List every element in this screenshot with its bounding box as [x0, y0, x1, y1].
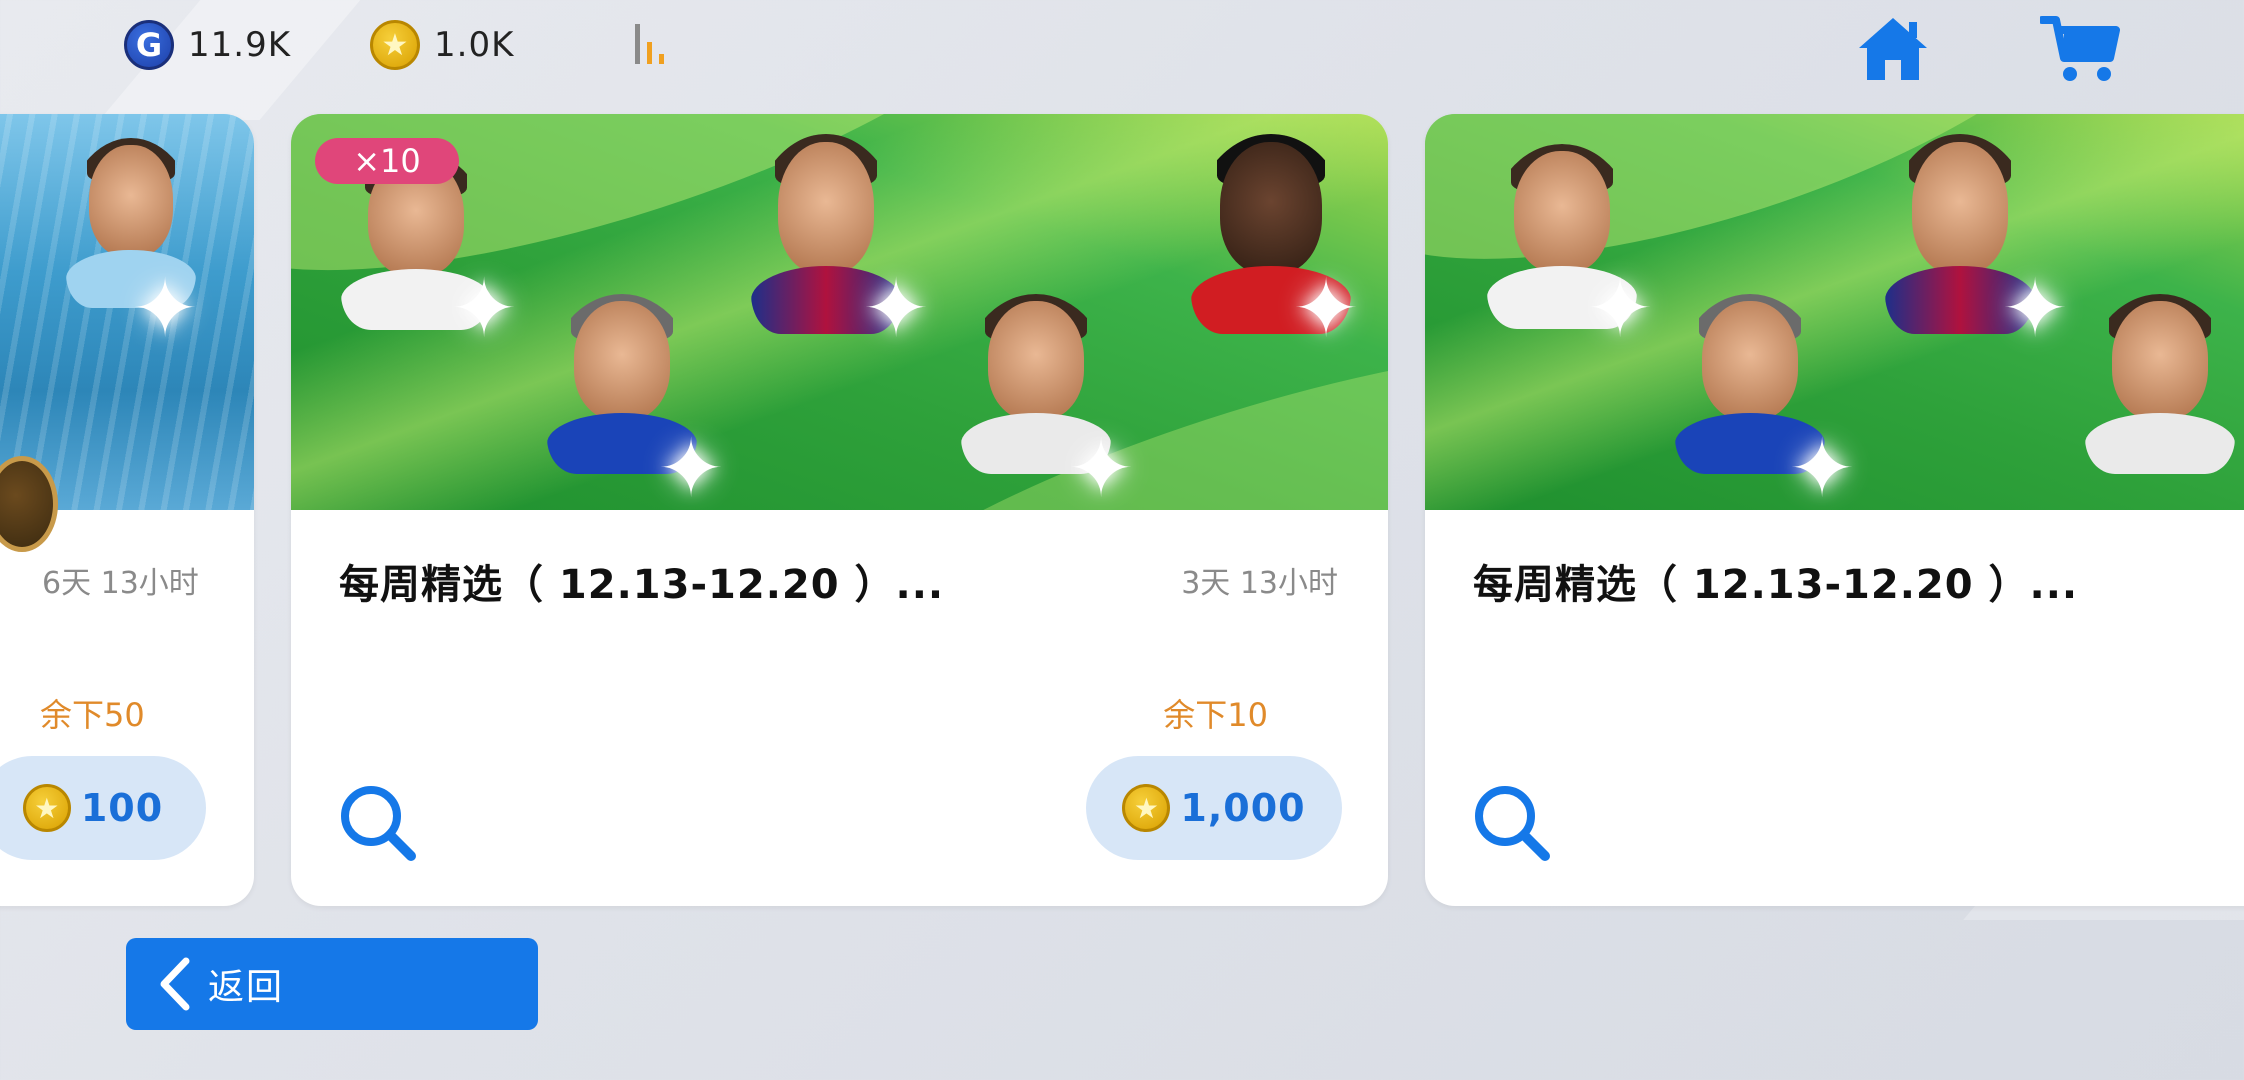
- coin-value: 1.0K: [434, 25, 515, 65]
- buy-button[interactable]: ★ 100: [0, 756, 206, 860]
- scout-card-right[interactable]: ✦ ✦ ✦ 每周精选（ 12.13-12.20 ）...: [1425, 114, 2244, 906]
- card-banner: ✦ ✦ ✦: [1425, 114, 2244, 510]
- gp-icon: G: [124, 20, 174, 70]
- card-title: 每周精选（ 12.13-12.20 ）...: [1473, 562, 2079, 608]
- player-portrait: [2085, 294, 2235, 474]
- card-title: 每周精选（ 12.13-12.20 ）...: [339, 562, 945, 608]
- price-value: 1,000: [1180, 786, 1306, 830]
- sparkle-icon: ✦: [1067, 422, 1135, 511]
- remaining-count: 余下10: [1163, 696, 1268, 734]
- remaining-count: 余下50: [40, 696, 145, 734]
- search-button[interactable]: [337, 782, 417, 862]
- coin-icon: ★: [1122, 784, 1171, 832]
- card-banner: ✦ ✦ ✦ ✦ ✦ ×10: [291, 114, 1388, 510]
- gp-balance: G 11.9K: [124, 20, 291, 70]
- back-button[interactable]: 返回: [126, 938, 538, 1030]
- sparkle-icon: ✦: [1788, 422, 1856, 511]
- sparkle-icon: ✦: [2001, 262, 2069, 355]
- time-left: 3天 13小时: [1181, 566, 1338, 601]
- sparkle-icon: ✦: [862, 262, 930, 355]
- search-icon: [341, 786, 416, 861]
- coin-icon: ★: [370, 20, 420, 70]
- gp-value: 11.9K: [188, 25, 291, 65]
- back-label: 返回: [208, 967, 285, 1008]
- top-bar: G 11.9K ★ 1.0K: [0, 0, 2244, 100]
- coin-icon: ★: [22, 784, 71, 832]
- sparkle-icon: ✦: [657, 422, 725, 511]
- chevron-left-icon: [160, 957, 190, 1011]
- sparkle-icon: ✦: [1292, 262, 1360, 355]
- sparkle-icon: ✦: [1586, 262, 1654, 355]
- time-left: 6天 13小时: [42, 566, 199, 601]
- scout-card-weekly[interactable]: ✦ ✦ ✦ ✦ ✦ ×10 每周精选（ 12.13-12.20 ）... 3天 …: [291, 114, 1388, 906]
- card-banner: ✦: [0, 114, 254, 510]
- buy-button[interactable]: ★ 1,000: [1086, 756, 1342, 860]
- cart-button[interactable]: [2038, 14, 2120, 84]
- coin-balance: ★ 1.0K: [370, 20, 514, 70]
- signal-strength-icon: [635, 22, 675, 64]
- sparkle-icon: ✦: [131, 262, 199, 355]
- search-icon: [1475, 786, 1550, 861]
- multiplier-badge: ×10: [315, 138, 459, 184]
- price-value: 100: [80, 786, 164, 830]
- cart-icon: [2038, 16, 2120, 81]
- sparkle-icon: ✦: [450, 262, 518, 355]
- home-button[interactable]: [1855, 14, 1931, 84]
- home-icon: [1859, 18, 1927, 80]
- search-button[interactable]: [1471, 782, 1551, 862]
